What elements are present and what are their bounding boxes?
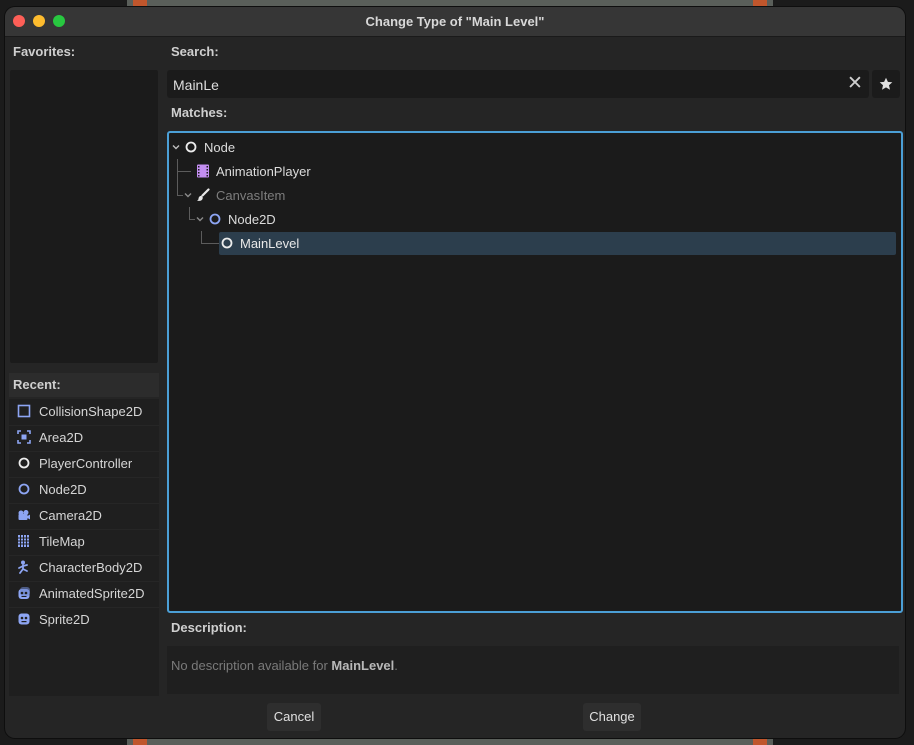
recent-item-playercontroller[interactable]: PlayerController — [9, 451, 159, 478]
recent-item-collisionshape2d[interactable]: CollisionShape2D — [9, 399, 159, 426]
node-icon — [17, 456, 31, 470]
recent-header: Recent: — [9, 373, 159, 397]
tree-item-label: Node — [204, 140, 236, 155]
node-icon — [221, 237, 233, 249]
recent-item-label: TileMap — [39, 534, 85, 549]
search-input[interactable] — [171, 74, 815, 96]
recent-label: Recent: — [13, 377, 61, 392]
sprite-icon — [17, 612, 31, 626]
tilemap-icon — [17, 534, 31, 548]
recent-item-animatedsprite2d[interactable]: AnimatedSprite2D — [9, 581, 159, 608]
node-icon — [185, 141, 197, 153]
title-bar: Change Type of "Main Level" — [5, 7, 905, 37]
tree-item-label: CanvasItem — [216, 188, 286, 203]
recent-list[interactable]: CollisionShape2D Area2D PlayerController… — [9, 399, 159, 696]
star-icon — [879, 77, 893, 90]
recent-item-label: Area2D — [39, 430, 84, 445]
search-field[interactable]: ✕ — [167, 70, 869, 98]
recent-item-label: Node2D — [39, 482, 87, 497]
change-button[interactable]: Change — [583, 703, 641, 731]
tree-item-animationplayer[interactable]: AnimationPlayer — [169, 159, 901, 183]
recent-item-sprite2d[interactable]: Sprite2D — [9, 607, 159, 633]
window-title: Change Type of "Main Level" — [365, 14, 545, 29]
recent-item-label: CollisionShape2D — [39, 404, 143, 419]
tree-item-mainlevel[interactable]: MainLevel — [169, 231, 901, 255]
chevron-down-icon[interactable] — [184, 191, 192, 199]
tree-item-label: Node2D — [228, 212, 276, 227]
description-type-name: MainLevel — [331, 658, 395, 673]
chevron-down-icon[interactable] — [196, 215, 204, 223]
recent-item-label: AnimatedSprite2D — [39, 586, 145, 601]
tree-item-node2d[interactable]: Node2D — [169, 207, 901, 231]
animated-sprite-icon — [17, 586, 31, 600]
description-label: Description: — [171, 620, 247, 635]
recent-item-label: PlayerController — [39, 456, 133, 471]
tree-item-node[interactable]: Node — [169, 135, 901, 159]
chevron-down-icon[interactable] — [172, 143, 180, 151]
favorites-list[interactable] — [10, 70, 158, 363]
description-panel: No description available for MainLevel. — [167, 646, 899, 694]
character-body-icon — [17, 560, 31, 574]
recent-item-label: Camera2D — [39, 508, 102, 523]
brush-icon — [197, 188, 210, 201]
search-label: Search: — [171, 44, 219, 59]
camera-icon — [17, 508, 31, 522]
tree-item-label: MainLevel — [240, 236, 300, 251]
recent-item-label: Sprite2D — [39, 612, 90, 627]
tree-item-label: AnimationPlayer — [216, 164, 311, 179]
change-type-dialog: Change Type of "Main Level" Favorites: R… — [5, 7, 905, 738]
recent-item-label: CharacterBody2D — [39, 560, 143, 575]
clear-search-icon[interactable]: ✕ — [845, 74, 865, 94]
node2d-icon — [209, 213, 221, 225]
collision-shape-icon — [17, 404, 31, 418]
area-icon — [17, 430, 31, 444]
matches-label: Matches: — [171, 105, 228, 120]
film-icon — [197, 164, 209, 178]
favorites-label: Favorites: — [13, 44, 76, 59]
description-prefix: No description available for — [171, 658, 332, 673]
recent-item-area2d[interactable]: Area2D — [9, 425, 159, 452]
tree-item-canvasitem[interactable]: CanvasItem — [169, 183, 901, 207]
description-text: No description available for MainLevel. — [171, 658, 398, 673]
recent-item-tilemap[interactable]: TileMap — [9, 529, 159, 556]
node2d-icon — [17, 482, 31, 496]
favorite-toggle-button[interactable] — [872, 70, 900, 98]
recent-item-characterbody2d[interactable]: CharacterBody2D — [9, 555, 159, 582]
recent-item-node2d[interactable]: Node2D — [9, 477, 159, 504]
description-suffix: . — [394, 658, 398, 673]
cancel-button[interactable]: Cancel — [267, 703, 321, 731]
recent-item-camera2d[interactable]: Camera2D — [9, 503, 159, 530]
matches-tree[interactable]: Node AnimationPlayer CanvasItem Node2D M… — [167, 131, 903, 613]
